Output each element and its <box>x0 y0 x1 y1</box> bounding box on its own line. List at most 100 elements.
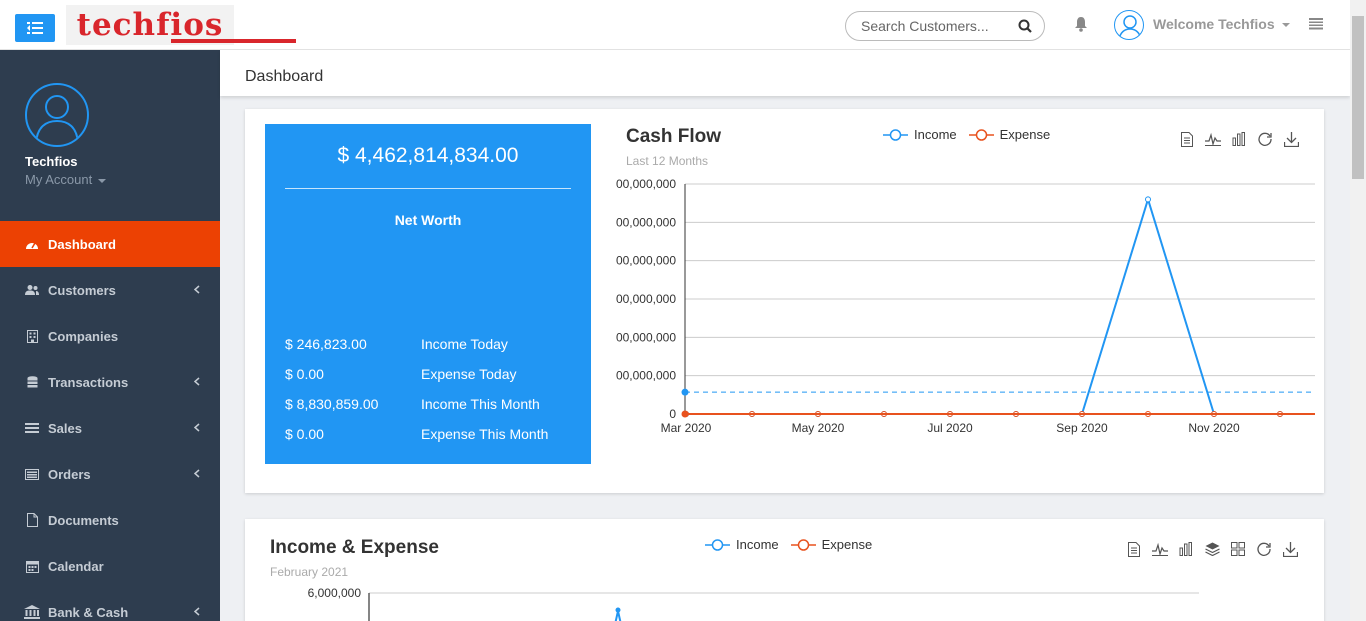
list-menu-icon[interactable] <box>1309 17 1323 35</box>
menu-toggle-icon <box>27 22 43 34</box>
profile-name: Techfios <box>25 154 78 169</box>
sidebar-item-label: Sales <box>48 420 82 436</box>
legend-expense[interactable]: Expense <box>968 127 1051 142</box>
sidebar-item-label: Customers <box>48 282 116 298</box>
techfios-logo[interactable]: techfios <box>66 5 296 45</box>
sidebar-item-bank-cash[interactable]: Bank & Cash <box>0 589 220 621</box>
page-title: Dashboard <box>245 68 324 85</box>
search-input[interactable] <box>861 18 1011 34</box>
sidebar-item-customers[interactable]: Customers <box>0 267 220 313</box>
sidebar-nav: Dashboard Customers Companies Transactio… <box>0 221 220 621</box>
net-worth-amount: $ 4,462,814,834.00 <box>337 144 519 167</box>
legend-label: Expense <box>999 127 1051 142</box>
net-worth-label: Net Worth <box>394 212 462 228</box>
sidebar-item-label: Dashboard <box>48 236 116 252</box>
divider <box>285 188 571 189</box>
cash-flow-y-tick-label: 0 <box>669 407 676 421</box>
user-menu-dropdown[interactable]: Welcome Techfios <box>1153 16 1290 32</box>
cash-flow-series <box>683 195 1315 417</box>
legend-expense[interactable]: Expense <box>790 537 872 552</box>
sidebar-item-label: Bank & Cash <box>48 604 129 620</box>
data-view-icon[interactable] <box>1174 129 1200 149</box>
sidebar-item-label: Orders <box>48 466 91 482</box>
top-navbar: techfios Welcome Techfios <box>0 0 1350 50</box>
sidebar-item-label: Transactions <box>48 374 129 390</box>
cash-flow-chart: 0 00,000,000 00,000,000 00,000,000 00,000,00… <box>616 177 1315 435</box>
legend-label: Income <box>736 537 779 552</box>
search-icon[interactable] <box>1018 19 1032 38</box>
sidebar-item-companies[interactable]: Companies <box>0 313 220 359</box>
chevron-left-icon <box>193 374 200 389</box>
data-view-icon[interactable] <box>1121 539 1147 559</box>
sidebar-item-dashboard[interactable]: Dashboard <box>0 221 220 267</box>
dashboard-summary-card: $ 4,462,814,834.00 Net Worth $ 246,823.0… <box>245 109 1324 493</box>
cash-flow-toolbox <box>1174 129 1304 149</box>
cash-flow-legend: Income Expense <box>883 127 1062 142</box>
cash-flow-y-tick-label: 00,000,000 <box>616 369 676 383</box>
file-icon <box>24 513 40 527</box>
net-worth-panel: $ 4,462,814,834.00 Net Worth $ 246,823.0… <box>265 124 591 464</box>
sidebar-toggle-button[interactable] <box>15 14 55 42</box>
cash-flow-x-tick-label: Jul 2020 <box>927 421 973 435</box>
sidebar-item-orders[interactable]: Orders <box>0 451 220 497</box>
expense-today-label: Expense Today <box>421 366 517 382</box>
cart-icon <box>24 423 40 433</box>
sidebar-item-calendar[interactable]: Calendar <box>0 543 220 589</box>
income-expense-subtitle: February 2021 <box>270 565 349 579</box>
user-avatar[interactable] <box>1114 10 1144 40</box>
cash-flow-y-tick-label: 00,000,000 <box>616 177 676 191</box>
sidebar: Techfios My Account Dashboard Customers … <box>0 50 220 621</box>
cash-flow-x-tick-label: Sep 2020 <box>1056 421 1108 435</box>
download-icon[interactable] <box>1277 539 1303 559</box>
building-icon <box>24 329 40 343</box>
dashboard-icon <box>24 238 40 250</box>
chevron-left-icon <box>193 604 200 619</box>
cash-flow-y-tick-label: 00,000,000 <box>616 292 676 306</box>
sidebar-item-label: Calendar <box>48 558 104 574</box>
page-header: Dashboard <box>220 50 1350 96</box>
chevron-left-icon <box>193 466 200 481</box>
search-box <box>845 11 1045 41</box>
refresh-icon[interactable] <box>1251 539 1277 559</box>
expense-month-value: $ 0.00 <box>285 426 324 442</box>
legend-label: Income <box>914 127 957 142</box>
database-icon <box>24 375 40 389</box>
download-icon[interactable] <box>1278 129 1304 149</box>
income-month-value: $ 8,830,859.00 <box>285 396 379 412</box>
expense-month-label: Expense This Month <box>421 426 549 442</box>
bar-chart-icon[interactable] <box>1226 129 1252 149</box>
cash-flow-point-income <box>1145 196 1151 203</box>
income-today-label: Income Today <box>421 336 508 352</box>
stack-icon[interactable] <box>1199 539 1225 559</box>
line-chart-icon[interactable] <box>1200 129 1226 149</box>
income-expense-legend: Income Expense <box>705 537 884 552</box>
cash-flow-x-tick-label: May 2020 <box>792 421 845 435</box>
cash-flow-grid <box>684 183 1315 414</box>
line-chart-icon[interactable] <box>1147 539 1173 559</box>
welcome-text: Welcome Techfios <box>1153 16 1275 32</box>
sidebar-item-label: Documents <box>48 512 119 528</box>
sidebar-item-transactions[interactable]: Transactions <box>0 359 220 405</box>
legend-income[interactable]: Income <box>705 537 779 552</box>
tiled-icon[interactable] <box>1225 539 1251 559</box>
logo-text: techfios <box>76 7 224 43</box>
my-account-dropdown[interactable]: My Account <box>25 172 106 187</box>
income-expense-y-tick: 6,000,000 <box>308 586 362 600</box>
income-expense-income-point <box>615 607 621 613</box>
bar-chart-icon[interactable] <box>1173 539 1199 559</box>
scrollbar-thumb[interactable] <box>1352 16 1364 179</box>
chevron-left-icon <box>193 282 200 297</box>
sidebar-item-sales[interactable]: Sales <box>0 405 220 451</box>
cash-flow-title: Cash Flow <box>626 126 722 147</box>
refresh-icon[interactable] <box>1252 129 1278 149</box>
cash-flow-subtitle: Last 12 Months <box>626 154 709 168</box>
bell-icon[interactable] <box>1074 16 1088 37</box>
sidebar-item-documents[interactable]: Documents <box>0 497 220 543</box>
cash-flow-x-axis: Mar 2020 May 2020 Jul 2020 Sep 2020 Nov 2020… <box>661 421 1240 435</box>
profile-avatar[interactable] <box>25 83 89 147</box>
logo-tagline-bar <box>171 39 296 43</box>
sidebar-item-label: Companies <box>48 328 119 344</box>
legend-income[interactable]: Income <box>883 127 957 142</box>
cash-flow-y-axis: 0 00,000,000 00,000,000 00,000,000 00,000,00… <box>616 177 676 421</box>
cash-flow-y-tick-label: 00,000,000 <box>616 215 676 229</box>
